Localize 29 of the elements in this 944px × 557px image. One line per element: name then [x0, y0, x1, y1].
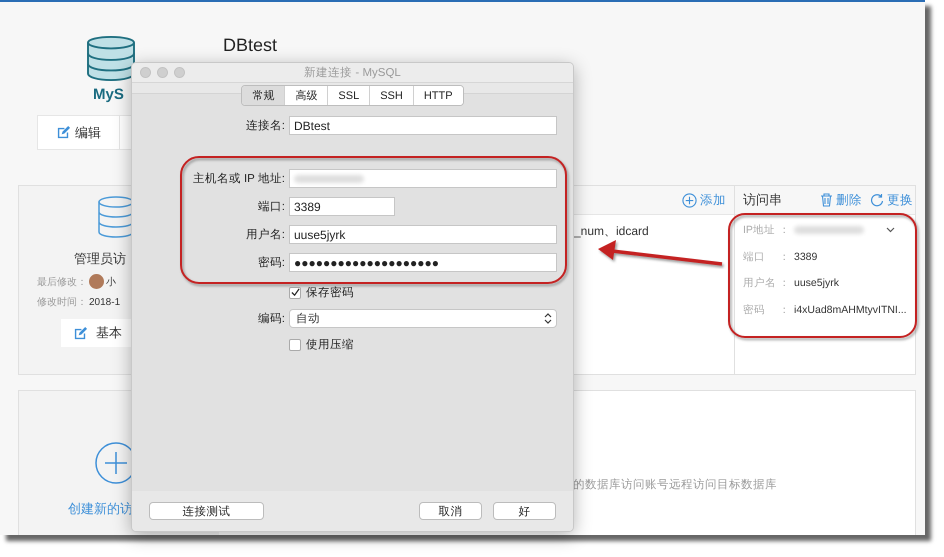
field-list-text: _num、idcard: [574, 223, 649, 240]
colon: ：: [779, 276, 790, 290]
field-label: 编码:: [256, 312, 285, 326]
window-title: 新建连接 - MySQL: [303, 65, 402, 80]
colon: ：: [779, 250, 790, 264]
field-value: 3389: [794, 250, 818, 263]
field-label: 端口: [743, 250, 766, 264]
field-label: 主机名或 IP 地址:: [192, 171, 285, 186]
field-label: 密码:: [256, 255, 285, 270]
field-label: 密码: [743, 302, 766, 317]
meta-value: 小: [106, 276, 116, 288]
field-value: uuse5jyrk: [794, 277, 839, 290]
field-label: 用户名:: [244, 227, 285, 242]
colon: ：: [779, 302, 790, 317]
colon: ：: [779, 223, 790, 238]
meta-label: 最后修改：: [37, 276, 87, 288]
field-label: 连接名:: [244, 118, 285, 133]
meta-label: 修改时间：: [37, 296, 87, 309]
field-label: IP地址: [743, 223, 776, 238]
page-title: DBtest: [223, 35, 278, 56]
field-label: 用户名: [743, 276, 777, 290]
field-label: 端口:: [256, 200, 285, 214]
account-name: 管理员访: [74, 250, 127, 268]
checkbox-label: 使用压缩: [306, 338, 354, 352]
checkbox-label: 保存密码: [306, 285, 354, 300]
field-value: i4xUad8mAHMtyvITNI...: [794, 304, 907, 316]
column-title: 访问串: [743, 191, 783, 209]
description-text: 的数据库访问账号远程访问目标数据库: [573, 477, 777, 492]
meta-value: 2018-1: [89, 296, 120, 308]
